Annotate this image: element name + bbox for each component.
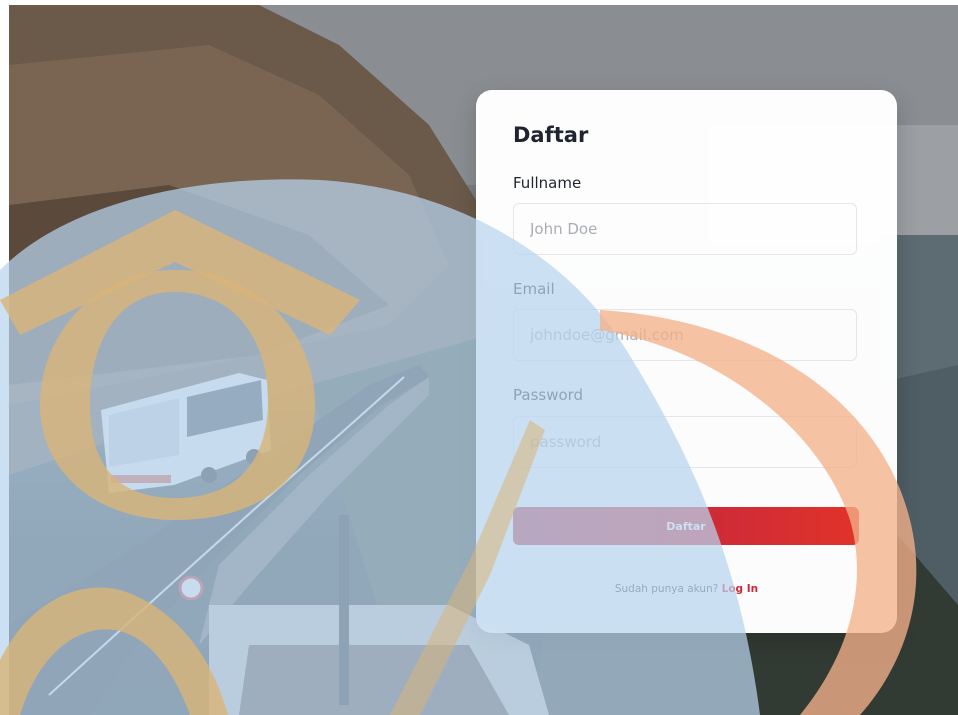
fullname-input[interactable] xyxy=(513,203,857,255)
fullname-label: Fullname xyxy=(513,174,582,192)
password-label: Password xyxy=(513,386,584,404)
login-link[interactable]: Log In xyxy=(722,583,758,595)
login-prompt: Sudah punya akun? Log In xyxy=(476,583,897,595)
page: Daftar Fullname Email Password Daftar Su… xyxy=(0,0,958,715)
login-prompt-text: Sudah punya akun? xyxy=(614,583,719,595)
register-button[interactable]: Daftar xyxy=(513,507,859,545)
email-label: Email xyxy=(513,280,555,298)
register-card: Daftar Fullname Email Password Daftar Su… xyxy=(476,90,897,633)
email-input[interactable] xyxy=(513,309,857,361)
form-title: Daftar xyxy=(513,123,589,147)
password-input[interactable] xyxy=(513,416,857,468)
